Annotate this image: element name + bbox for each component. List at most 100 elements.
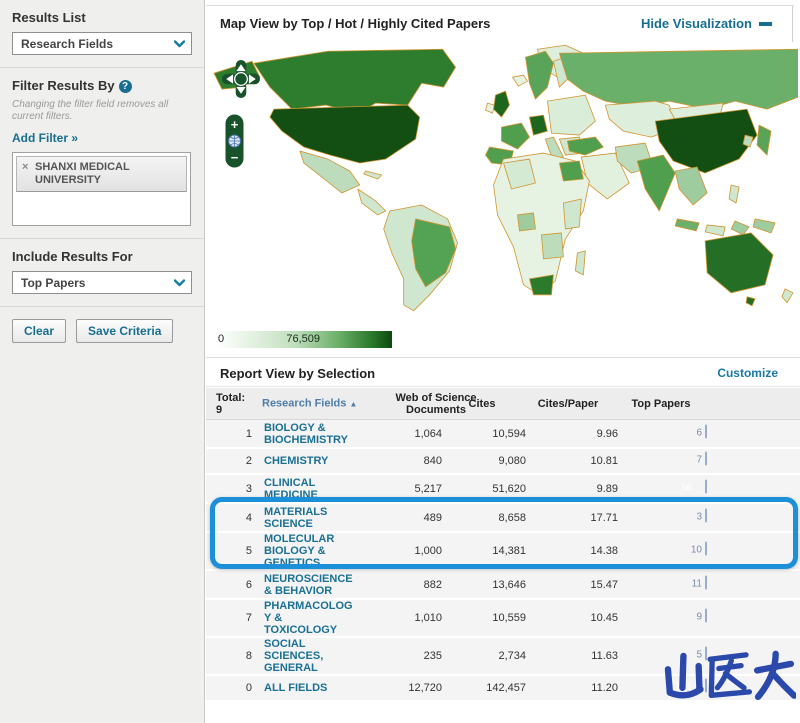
docs-value: 1,000: [362, 545, 442, 557]
top-papers-bar: 56: [705, 479, 707, 493]
docs-value: 12,720: [362, 682, 442, 694]
field-link[interactable]: MOLECULAR BIOLOGY & GENETICS: [264, 533, 362, 569]
sidebar-buttons: Clear Save Criteria: [0, 307, 204, 355]
map-pan-control[interactable]: [222, 60, 260, 103]
report-band: Report View by Selection Customize: [206, 357, 800, 387]
table-row: 5 MOLECULAR BIOLOGY & GENETICS 1,000 14,…: [206, 533, 800, 571]
include-results-select[interactable]: Top Papers: [12, 271, 192, 294]
row-number: 3: [216, 483, 252, 495]
filter-section: Filter Results By? Changing the filter f…: [0, 68, 204, 239]
row-number: 1: [216, 428, 252, 440]
remove-filter-icon[interactable]: ×: [22, 161, 28, 174]
docs-value: 1,010: [362, 612, 442, 624]
table-row: 2 CHEMISTRY 840 9,080 10.81 7: [206, 449, 800, 475]
table-row: 1 BIOLOGY & BIOCHEMISTRY 1,064 10,594 9.…: [206, 420, 800, 449]
table-row: 3 CLINICAL MEDICINE 5,217 51,620 9.89 56: [206, 475, 800, 504]
docs-value: 1,064: [362, 428, 442, 440]
sort-asc-icon: ▲: [349, 399, 357, 408]
table-row: 0 ALL FIELDS 12,720 142,457 11.20 121: [206, 676, 800, 702]
table-body: 1 BIOLOGY & BIOCHEMISTRY 1,064 10,594 9.…: [206, 420, 800, 702]
top-papers-bar: 6: [705, 424, 707, 438]
filter-heading: Filter Results By?: [12, 78, 192, 93]
include-results-section: Include Results For Top Papers: [0, 239, 204, 307]
row-number: 2: [216, 455, 252, 467]
docs-value: 489: [362, 512, 442, 524]
world-map-svg: [208, 42, 798, 328]
top-papers-bar: 9: [705, 609, 707, 623]
customize-link[interactable]: Customize: [717, 366, 778, 380]
results-list-label: Results List: [12, 10, 192, 25]
top-papers-bar: 10: [705, 542, 707, 556]
cites-value: 142,457: [452, 682, 526, 694]
field-link[interactable]: SOCIAL SCIENCES, GENERAL: [264, 638, 362, 674]
filter-tag-label: SHANXI MEDICAL UNIVERSITY: [35, 161, 130, 186]
cites-value: 10,594: [452, 428, 526, 440]
filter-note: Changing the filter field removes all cu…: [12, 99, 192, 123]
table-row: 6 NEUROSCIENCE & BEHAVIOR 882 13,646 15.…: [206, 571, 800, 600]
field-link[interactable]: BIOLOGY & BIOCHEMISTRY: [264, 422, 362, 446]
include-results-value: Top Papers: [21, 276, 85, 290]
row-number: 6: [216, 579, 252, 591]
top-papers-bar: 121: [705, 679, 707, 693]
cites-value: 2,734: [452, 650, 526, 662]
table-header: Total:9 Research Fields ▲ Web of Science…: [206, 388, 800, 420]
filter-tag: × SHANXI MEDICAL UNIVERSITY: [16, 156, 187, 192]
cites-value: 8,658: [452, 512, 526, 524]
docs-value: 235: [362, 650, 442, 662]
total-header: Total:9: [216, 392, 256, 416]
docs-value: 5,217: [362, 483, 442, 495]
world-map[interactable]: + −: [208, 42, 798, 328]
field-link[interactable]: MATERIALS SCIENCE: [264, 506, 362, 530]
minus-icon: [759, 22, 772, 26]
map-color-scale: 0 76,509: [216, 331, 392, 348]
page: { "sidebar": { "results_list": { "label"…: [0, 0, 800, 723]
save-criteria-button[interactable]: Save Criteria: [76, 319, 173, 343]
active-filters-box: × SHANXI MEDICAL UNIVERSITY: [12, 152, 191, 226]
top-papers-bar: 11: [705, 575, 707, 589]
top-papers-bar: 3: [705, 508, 707, 522]
field-link[interactable]: NEUROSCIENCE & BEHAVIOR: [264, 573, 362, 597]
add-filter-link[interactable]: Add Filter »: [12, 131, 78, 145]
row-number: 0: [216, 682, 252, 694]
cites-value: 14,381: [452, 545, 526, 557]
field-link[interactable]: CHEMISTRY: [264, 455, 362, 467]
cites-per-paper-value: 9.96: [542, 428, 618, 440]
map-zoom-control[interactable]: + −: [225, 114, 244, 173]
cites-value: 13,646: [452, 579, 526, 591]
top-papers-bar: 7: [705, 452, 707, 466]
cites-value: 10,559: [452, 612, 526, 624]
chevron-down-icon: [174, 274, 185, 292]
cites-value: 51,620: [452, 483, 526, 495]
row-number: 5: [216, 545, 252, 557]
clear-button[interactable]: Clear: [12, 319, 66, 343]
top-papers-bar: 5: [705, 647, 707, 661]
cites-per-paper-value: 14.38: [542, 545, 618, 557]
results-list-value: Research Fields: [21, 37, 113, 51]
sidebar: Results List Research Fields Filter Resu…: [0, 0, 205, 723]
field-link[interactable]: ALL FIELDS: [264, 682, 362, 694]
field-link[interactable]: CLINICAL MEDICINE: [264, 477, 362, 501]
zoom-out-icon: −: [231, 150, 239, 165]
cites-per-paper-value: 15.47: [542, 579, 618, 591]
zoom-in-icon: +: [231, 117, 239, 132]
cites-value: 9,080: [452, 455, 526, 467]
cites-per-paper-value: 11.20: [542, 682, 618, 694]
docs-value: 882: [362, 579, 442, 591]
column-header-top-papers: Top Papers: [606, 398, 716, 410]
cites-per-paper-value: 17.71: [542, 512, 618, 524]
results-list-select[interactable]: Research Fields: [12, 32, 192, 55]
help-icon[interactable]: ?: [119, 80, 132, 93]
cites-per-paper-value: 10.81: [542, 455, 618, 467]
main-panel: Map View by Top / Hot / Highly Cited Pap…: [206, 0, 800, 723]
field-link[interactable]: PHARMACOLOG Y & TOXICOLOGY: [264, 600, 362, 636]
hide-visualization-link[interactable]: Hide Visualization: [641, 16, 772, 31]
report-view-title: Report View by Selection: [220, 366, 375, 381]
cites-per-paper-value: 11.63: [542, 650, 618, 662]
panel-right-divider: [792, 6, 793, 42]
row-number: 8: [216, 650, 252, 662]
results-table: Total:9 Research Fields ▲ Web of Science…: [206, 388, 800, 702]
table-row: 4 MATERIALS SCIENCE 489 8,658 17.71 3: [206, 504, 800, 533]
column-header-cites-per-paper: Cites/Paper: [518, 398, 618, 410]
panel-top-divider: [206, 5, 794, 6]
row-number: 7: [216, 612, 252, 624]
